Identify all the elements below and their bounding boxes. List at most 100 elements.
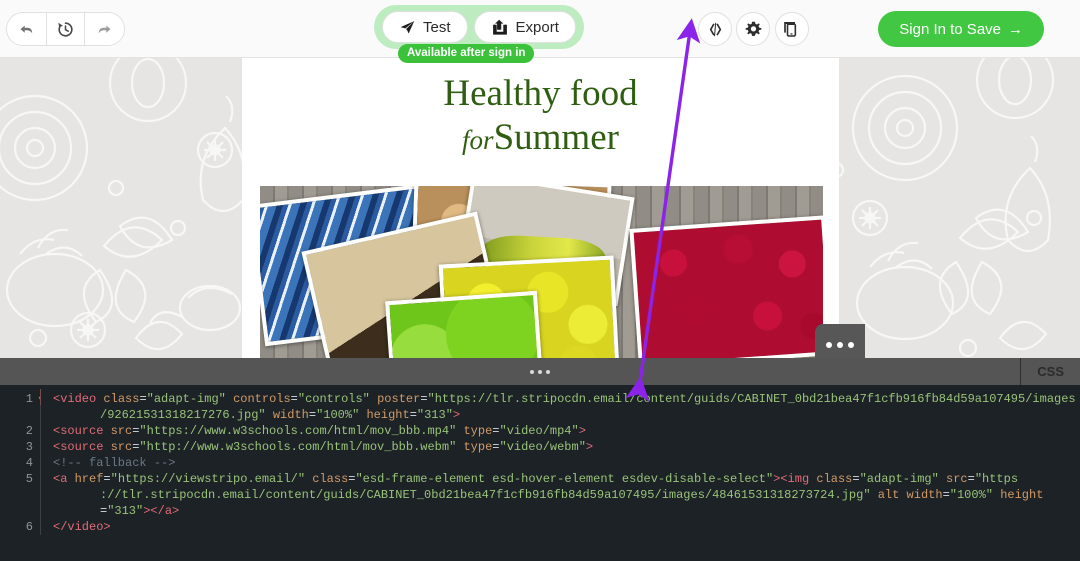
editor-canvas: Healthy food forSummer (0, 58, 1080, 358)
code-token: > (452, 408, 461, 422)
code-line[interactable]: <source src = "https://www.w3schools.com/h… (40, 421, 1080, 439)
code-token: alt (877, 488, 900, 502)
block-more-options-button[interactable] (815, 324, 865, 358)
code-token: <img (780, 472, 817, 486)
code-token: src (946, 472, 968, 486)
code-token: "100%" (316, 408, 360, 422)
hero-title-line1: Healthy food (443, 73, 638, 114)
export-button[interactable]: Export (473, 11, 576, 43)
code-token: width (906, 488, 943, 502)
code-token: <!-- fallback --> (53, 456, 176, 470)
code-token: "controls" (297, 392, 370, 406)
code-token: type (463, 424, 493, 438)
code-token: "adapt-img" (859, 472, 939, 486)
code-token: = (967, 472, 975, 486)
code-line[interactable]: <source src = "http://www.w3schools.com/ht… (40, 437, 1080, 455)
code-token: "esd-frame-element esd-hover-element esd… (355, 472, 774, 486)
hero-title-summer: Summer (493, 116, 619, 158)
code-token: "https (974, 472, 1019, 486)
code-token: "313" (416, 408, 453, 422)
line-number-3: 3 (25, 440, 33, 454)
sign-in-to-save-button[interactable]: Sign In to Save → (878, 11, 1044, 47)
redo-button[interactable] (85, 13, 124, 45)
code-token: </a> (150, 504, 180, 518)
photo-green-apples (385, 290, 543, 358)
code-token: type (463, 440, 493, 454)
export-share-icon (492, 19, 507, 35)
undo-button[interactable] (7, 13, 46, 45)
code-token: height (366, 408, 410, 422)
app-root: Test Export Available after sign in Sign… (0, 0, 1080, 561)
device-preview-button[interactable] (775, 12, 809, 46)
code-brackets-icon (709, 22, 721, 36)
export-button-label: Export (515, 18, 559, 36)
top-toolbar: Test Export Available after sign in Sign… (0, 0, 1080, 63)
code-token: "video/webm" (499, 440, 586, 454)
history-clock-icon (58, 21, 73, 37)
code-token: href (74, 472, 104, 486)
code-line[interactable]: </video> (40, 517, 1080, 535)
tab-css[interactable]: CSS (1020, 358, 1080, 385)
code-token: src (110, 424, 133, 438)
code-line[interactable]: <video class="adapt-img" controls="contr… (40, 389, 1080, 407)
editor-gutter: 1▾ 2 3 4 5 6 (0, 385, 43, 561)
line-number-2: 2 (25, 424, 33, 438)
code-token: "https://tlr.stripocdn.email/content/gui… (427, 392, 1076, 406)
line-number-6: 6 (25, 520, 33, 534)
send-plane-icon (400, 20, 415, 33)
code-token: src (110, 440, 133, 454)
code-token: <video (53, 392, 104, 406)
code-token: class (816, 472, 853, 486)
test-button[interactable]: Test (382, 11, 468, 43)
undo-icon (20, 25, 33, 33)
code-token: > (578, 424, 586, 438)
availability-badge: Available after sign in (398, 44, 535, 63)
editor-drag-handle[interactable] (530, 369, 550, 374)
code-line[interactable]: <!-- fallback --> (40, 453, 1080, 471)
photo-collage-block[interactable] (260, 186, 823, 358)
code-token: "http://www.w3schools.com/html/mov_bbb.w… (139, 440, 457, 454)
code-token: width (272, 408, 309, 422)
code-line[interactable]: <a href="https://viewstripo.email/" clas… (40, 469, 1080, 487)
line-number-4: 4 (25, 456, 33, 470)
dot-3 (848, 342, 854, 348)
settings-button[interactable] (736, 12, 770, 46)
hero-title-line2: forSummer (242, 116, 839, 160)
code-token: "adapt-img" (146, 392, 226, 406)
code-line[interactable]: /92621531318217276.jpg" width = "100%" hei… (40, 405, 1080, 423)
code-token: "100%" (949, 488, 993, 502)
version-history-button[interactable] (46, 13, 85, 45)
code-token: = (852, 472, 860, 486)
hero-title-prefix: for (462, 124, 494, 155)
code-token: > (585, 440, 594, 454)
test-button-label: Test (423, 18, 451, 36)
editor-code-content[interactable]: <video class="adapt-img" controls="contr… (40, 385, 1080, 561)
code-line[interactable]: ://tlr.stripocdn.email/content/guids/CAB… (40, 485, 1080, 503)
line-number-1: 1▾ (0, 391, 43, 407)
code-token: = (492, 440, 500, 454)
code-editor-button[interactable] (698, 12, 732, 46)
code-line[interactable]: ="313"></a> (40, 501, 1080, 519)
code-token: = (409, 408, 417, 422)
code-token: <source (53, 440, 111, 454)
editor-resize-header[interactable]: CSS (0, 358, 1080, 385)
code-token: "video/mp4" (499, 424, 579, 438)
editor-body[interactable]: 1▾ 2345 6 <video class="adapt-img" contr… (0, 385, 1080, 561)
dot-1 (826, 342, 832, 348)
code-token: /92621531318217276.jpg" (100, 408, 266, 422)
code-token: "313" (107, 504, 144, 518)
code-token: </video> (53, 520, 111, 534)
code-token: ://tlr.stripocdn.email/content/guids/CAB… (100, 488, 871, 502)
code-token: poster (377, 392, 421, 406)
photo-raspberries (629, 215, 823, 358)
code-editor-panel: CSS 1▾ 2345 6 <video class="adapt-img" c… (0, 358, 1080, 561)
line-number-wrap (0, 503, 40, 519)
device-preview-icon (784, 22, 797, 37)
hero-title: Healthy food forSummer (242, 58, 839, 159)
code-token: = (103, 472, 111, 486)
